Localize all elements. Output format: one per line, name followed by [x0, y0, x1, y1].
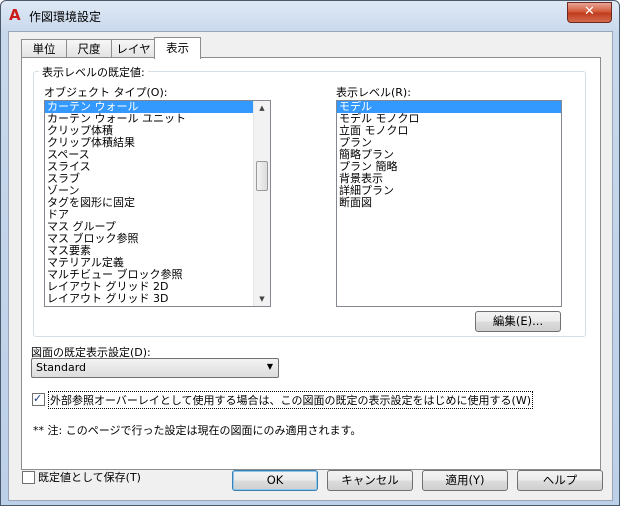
display-level-items: モデル モデル モノクロ 立面 モノクロ プラン 簡略プラン プラン 簡略 背景表示 詳細プラ…	[337, 101, 561, 209]
object-type-label: オブジェクト タイプ(O):	[44, 86, 168, 99]
scroll-up-icon[interactable]: ▲	[254, 101, 270, 115]
tab-display[interactable]: 表示	[154, 37, 201, 59]
display-level-list[interactable]: モデル モデル モノクロ 立面 モノクロ プラン 簡略プラン プラン 簡略 背景表示 詳細プラ…	[336, 100, 562, 307]
object-type-scrollbar[interactable]: ▲ ▼	[253, 101, 270, 306]
close-button[interactable]: ✕	[567, 2, 612, 23]
tab-scale[interactable]: 尺度	[66, 39, 112, 58]
save-as-default-checkbox[interactable]	[22, 471, 35, 484]
title-bar[interactable]: A 作図環境設定 ✕	[1, 1, 619, 31]
drawing-default-value: Standard	[36, 361, 87, 374]
xref-default-checkbox[interactable]: ✓	[32, 392, 45, 406]
xref-default-label[interactable]: 外部参照オーバーレイとして使用する場合は、この図面の既定の表示設定をはじめに使用…	[48, 391, 534, 409]
checkmark-icon: ✓	[33, 392, 43, 405]
autocad-a-icon: A	[9, 6, 21, 24]
list-item[interactable]: レイアウト グリッド 3D	[45, 293, 270, 305]
list-item[interactable]: タグを図形に固定	[45, 197, 270, 209]
edit-button[interactable]: 編集(E)...	[475, 311, 561, 332]
group-legend: 表示レベルの既定値:	[39, 64, 148, 80]
save-as-default-label[interactable]: 既定値として保存(T)	[38, 469, 141, 485]
tab-units[interactable]: 単位	[21, 39, 67, 58]
drawing-default-select[interactable]: Standard ▼	[31, 358, 279, 378]
display-level-label: 表示レベル(R):	[336, 86, 411, 99]
help-button[interactable]: ヘルプ	[517, 470, 603, 491]
default-display-levels-group: 表示レベルの既定値: オブジェクト タイプ(O): カーテン ウォール カーテン …	[33, 64, 586, 337]
object-type-list[interactable]: カーテン ウォール カーテン ウォール ユニット クリップ体積 クリップ体積結果 スペー…	[44, 100, 271, 307]
display-tab-panel: 表示レベルの既定値: オブジェクト タイプ(O): カーテン ウォール カーテン …	[21, 57, 601, 470]
chevron-down-icon: ▼	[266, 362, 273, 371]
cancel-button[interactable]: キャンセル	[327, 470, 413, 491]
tab-layer[interactable]: レイヤ	[111, 39, 156, 58]
dialog-window: A 作図環境設定 ✕ 単位 尺度 レイヤ 表示 表示レベルの既定値: オブジェク…	[0, 0, 620, 506]
note-text: ** 注: このページで行った設定は現在の図面にのみ適用されます。	[33, 424, 362, 437]
list-item[interactable]: 断面図	[337, 197, 561, 209]
ok-button[interactable]: OK	[232, 470, 318, 491]
dialog-body: 単位 尺度 レイヤ 表示 表示レベルの既定値: オブジェクト タイプ(O): カ…	[8, 31, 613, 501]
window-title: 作図環境設定	[29, 10, 102, 24]
apply-button[interactable]: 適用(Y)	[422, 470, 508, 491]
scroll-down-icon[interactable]: ▼	[254, 292, 270, 306]
scroll-thumb[interactable]	[256, 161, 268, 191]
object-type-items: カーテン ウォール カーテン ウォール ユニット クリップ体積 クリップ体積結果 スペー…	[45, 101, 270, 305]
